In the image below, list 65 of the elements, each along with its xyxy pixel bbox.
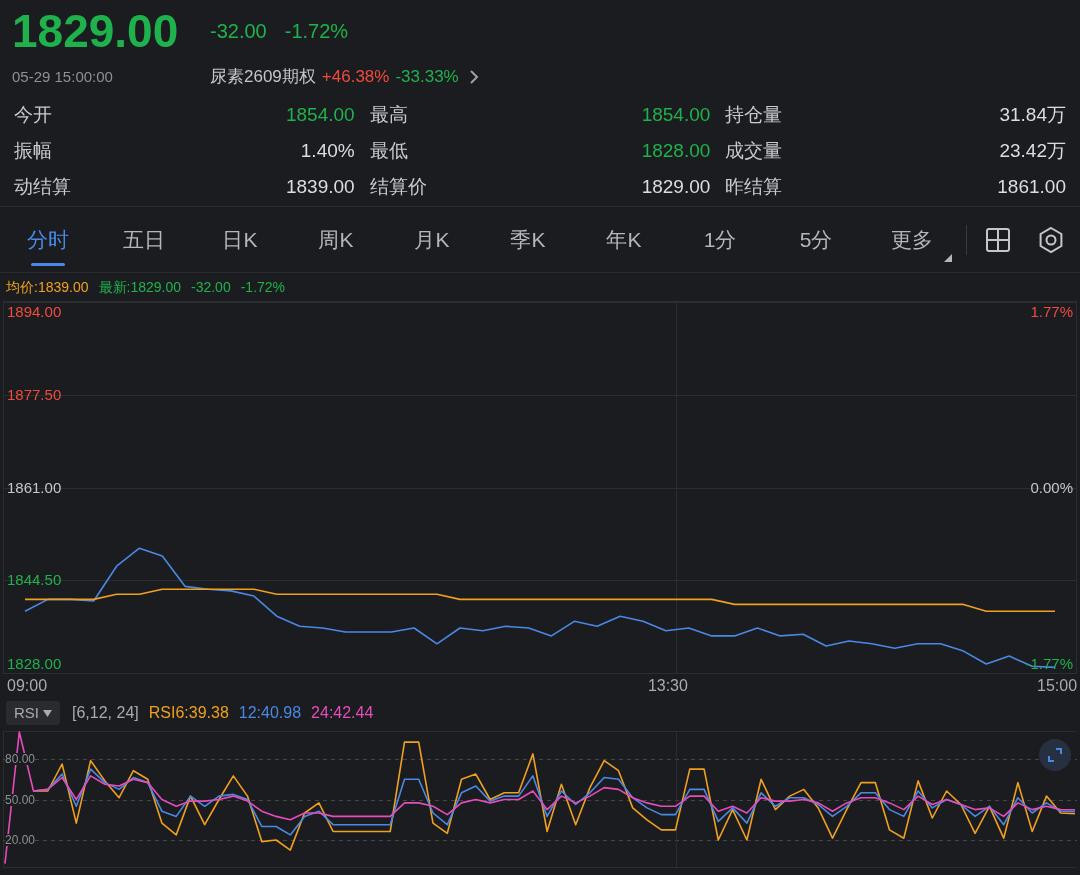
legend-value: 最新:1829.00 [98, 277, 181, 297]
axis-label: 1.77% [1030, 304, 1073, 319]
indicator-value: 12:40.98 [238, 703, 302, 723]
stat-value: 1861.00 [997, 175, 1066, 200]
indicator-params: [6,12, 24] [72, 703, 139, 723]
period-tab[interactable]: 季K [480, 209, 576, 270]
stat-label: 结算价 [369, 175, 427, 200]
stat-value: 23.42万 [999, 139, 1066, 164]
quote-time: 05-29 15:00:00 [12, 66, 114, 87]
stat-label: 振幅 [14, 139, 52, 164]
period-tab[interactable]: 周K [288, 209, 384, 270]
chevron-right-icon [468, 68, 479, 85]
axis-label: 1894.00 [7, 304, 62, 319]
grid-icon[interactable] [985, 226, 1011, 253]
option-gain: +46.38% [321, 66, 390, 88]
caret-icon [43, 709, 52, 717]
axis-label: 1877.50 [7, 386, 62, 402]
period-tab[interactable]: 年K [576, 209, 672, 270]
stat-label: 动结算 [14, 175, 71, 200]
stat-label: 最低 [369, 139, 408, 164]
stat-value: 1854.00 [641, 102, 711, 127]
legend-value: -1.72% [240, 277, 286, 297]
time-label: 09:00 [7, 678, 48, 694]
stat-value: 1839.00 [285, 175, 355, 200]
price-change: -32.00 [210, 19, 267, 44]
option-link[interactable]: 尿素2609期权 +46.38% -33.33% [210, 64, 479, 90]
option-name: 尿素2609期权 [210, 66, 316, 88]
corner-triangle-icon [944, 253, 952, 262]
indicator-value: RSI6:39.38 [148, 703, 229, 723]
axis-label: 0.00% [1030, 479, 1073, 495]
stat-label: 昨结算 [725, 175, 783, 200]
axis-label: 1828.00 [7, 656, 62, 671]
period-tab[interactable]: 5分 [768, 209, 864, 270]
period-tab[interactable]: 日K [192, 209, 288, 270]
period-tab[interactable]: 月K [384, 209, 480, 270]
axis-label: 80.00 [5, 753, 36, 765]
indicator-dropdown[interactable]: RSI [6, 701, 60, 725]
last-price: 1829.00 [12, 8, 180, 54]
period-tab[interactable]: 1分 [672, 209, 768, 270]
period-tab[interactable]: 更多 [864, 209, 960, 270]
indicator-value: 24:42.44 [311, 703, 374, 723]
settings-icon[interactable] [1037, 225, 1065, 254]
stat-label: 持仓量 [725, 102, 783, 127]
stat-value: 1828.00 [641, 139, 711, 164]
time-label: 13:30 [647, 678, 688, 694]
axis-label: 1844.50 [7, 572, 62, 588]
stat-value: 1854.00 [285, 102, 355, 127]
period-tab[interactable]: 五日 [96, 209, 192, 270]
expand-icon [1047, 747, 1063, 763]
stat-value: 1829.00 [641, 175, 711, 200]
time-label: 15:00 [1037, 678, 1078, 694]
legend-value: -32.00 [191, 277, 231, 297]
stat-value: 31.84万 [999, 102, 1066, 127]
period-tab[interactable]: 分时 [0, 209, 96, 270]
stat-label: 今开 [14, 102, 52, 127]
axis-label: 20.00 [5, 834, 36, 846]
stat-value: 1.40% [300, 139, 355, 164]
stat-label: 成交量 [725, 139, 783, 164]
stat-label: 最高 [369, 102, 408, 127]
axis-label: 50.00 [5, 793, 36, 806]
option-loss: -33.33% [395, 66, 459, 88]
legend-value: 均价:1839.00 [6, 277, 89, 297]
axis-label: 1861.00 [7, 479, 62, 495]
expand-button[interactable] [1039, 739, 1071, 771]
price-change-percent: -1.72% [284, 19, 349, 44]
